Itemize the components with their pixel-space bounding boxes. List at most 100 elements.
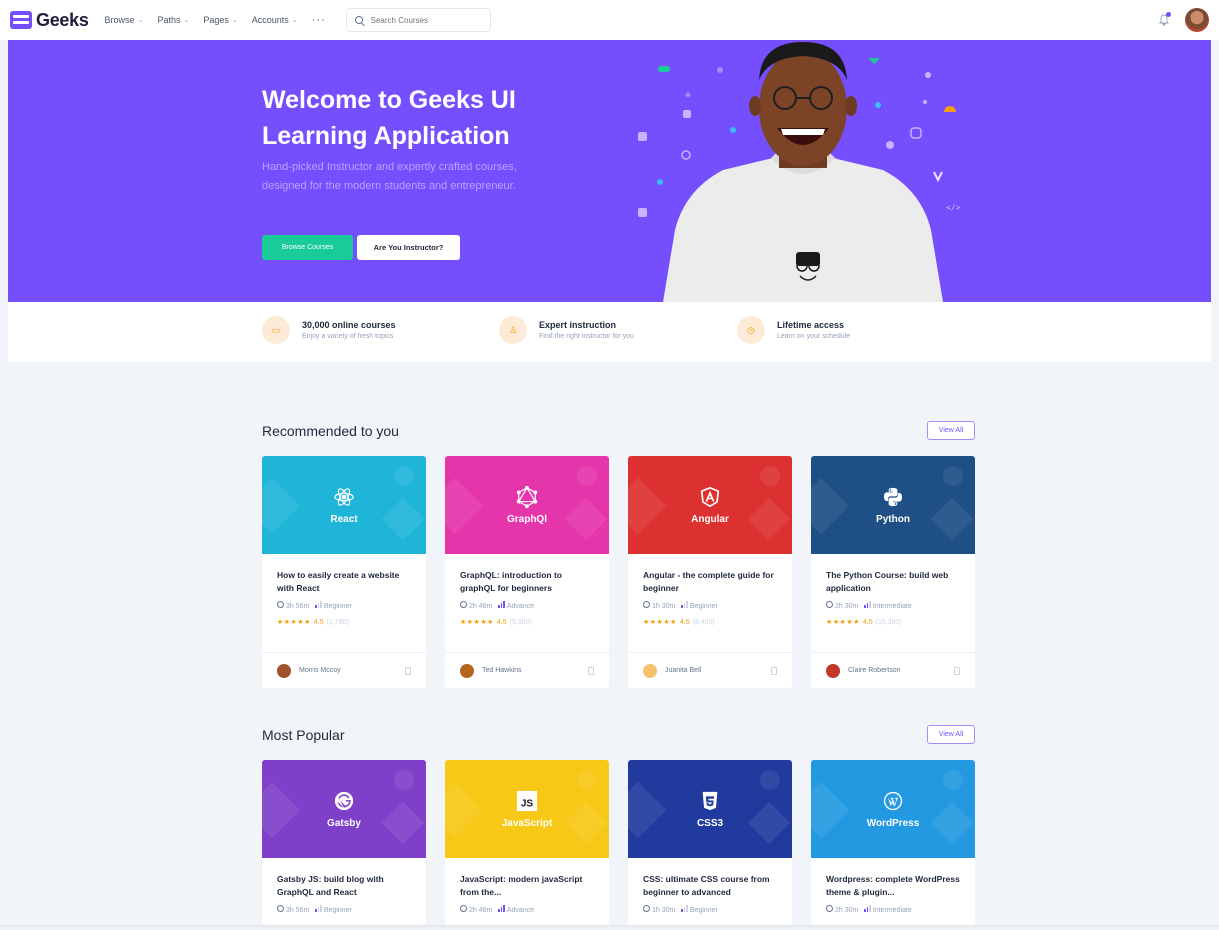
level-icon (864, 601, 871, 608)
level-icon (498, 905, 505, 912)
course-title[interactable]: GraphQL: introduction to graphQL for beg… (460, 569, 594, 597)
level: Intermediate (864, 601, 912, 610)
rating-count: (1,780) (326, 618, 349, 626)
menu-label: Pages (203, 15, 229, 25)
svg-text:JS: JS (521, 798, 534, 809)
course-card[interactable]: WordPress Wordpress: complete WordPress t… (811, 760, 975, 925)
level-icon (681, 905, 688, 912)
hero-title: Welcome to Geeks UI Learning Application (262, 86, 516, 151)
brand-name: Geeks (36, 9, 89, 30)
course-meta: 1h 30m Beginner (643, 905, 777, 914)
menu-pages[interactable]: Pages ⌄ (203, 15, 237, 25)
view-all-button[interactable]: View All (927, 421, 975, 440)
course-thumbnail[interactable]: WordPress (811, 760, 975, 858)
bookmark-icon[interactable] (588, 666, 594, 675)
duration-value: 1h 30m (652, 603, 676, 610)
course-thumbnail[interactable]: GraphQl (445, 456, 609, 554)
card-body: How to easily create a website with Reac… (262, 554, 426, 626)
bookmark-icon[interactable] (954, 666, 960, 675)
brand[interactable]: Geeks (10, 10, 89, 31)
course-title[interactable]: How to easily create a website with Reac… (277, 569, 411, 597)
chevron-down-icon: ⌄ (137, 17, 144, 24)
course-card[interactable]: React How to easily create a website with… (262, 456, 426, 688)
clock-icon (460, 601, 467, 608)
course-title[interactable]: Wordpress: complete WordPress theme & pl… (826, 873, 960, 901)
feature-desc: Learn on your schedule (777, 333, 851, 340)
course-title[interactable]: CSS: ultimate CSS course from beginner t… (643, 873, 777, 901)
level-value: Beginner (689, 907, 718, 914)
course-meta: 2h 30m Intermediate (826, 601, 960, 610)
course-title[interactable]: Angular - the complete guide for beginne… (643, 569, 777, 597)
duration: 1h 30m (643, 905, 675, 914)
course-card[interactable]: CSS3 CSS: ultimate CSS course from beginn… (628, 760, 792, 925)
react-icon (333, 486, 355, 508)
author-avatar (460, 663, 474, 678)
chevron-down-icon: ⌄ (183, 17, 190, 24)
view-all-button[interactable]: View All (927, 725, 975, 744)
clock-icon (460, 905, 467, 912)
rating-value: 4.5 (496, 618, 507, 626)
page-bottom-edge (0, 925, 1219, 930)
rating-value: 4.5 (679, 618, 690, 626)
course-thumbnail[interactable]: Angular (628, 456, 792, 554)
duration: 2h 30m (826, 601, 858, 610)
bookmark-icon[interactable] (771, 666, 777, 675)
course-thumbnail[interactable]: Gatsby (262, 760, 426, 858)
course-title[interactable]: The Python Course: build web application (826, 569, 960, 597)
course-rating: ★★★★★ 4.5 (8,400) (643, 618, 777, 627)
course-card[interactable]: GraphQl GraphQL: introduction to graphQL … (445, 456, 609, 688)
menu-label: Accounts (251, 15, 289, 25)
clock-icon (826, 905, 833, 912)
feature-title: 30,000 online courses (302, 320, 396, 330)
menu-paths[interactable]: Paths ⌄ (157, 15, 189, 25)
card-body: Wordpress: complete WordPress theme & pl… (811, 858, 975, 914)
course-rating: ★★★★★ 4.5 (1,780) (277, 618, 411, 627)
rating-value: 4.5 (862, 618, 873, 626)
graphql-icon (516, 485, 538, 508)
hero-subtitle: Hand-picked Instructor and expertly craf… (262, 161, 517, 193)
more-menu-icon[interactable]: ··· (312, 14, 326, 26)
star-rating-icon: ★★★★★ (643, 619, 677, 626)
course-card[interactable]: Python The Python Course: build web appli… (811, 456, 975, 688)
course-title[interactable]: JavaScript: modern javaScript from the..… (460, 873, 594, 901)
star-rating-icon: ★★★★★ (826, 619, 860, 626)
menu-browse[interactable]: Browse ⌄ (105, 15, 144, 25)
level: Beginner (681, 905, 718, 914)
search-box[interactable] (345, 8, 491, 32)
course-thumbnail[interactable]: CSS3 (628, 760, 792, 858)
chevron-down-icon: ⌄ (291, 17, 298, 24)
section-title-recommended: Recommended to you (262, 423, 399, 439)
card-body: Angular - the complete guide for beginne… (628, 554, 792, 626)
course-thumbnail[interactable]: JS JavaScript (445, 760, 609, 858)
level-value: Intermediate (872, 907, 912, 914)
search-input[interactable] (368, 14, 479, 26)
notification-bell-icon[interactable] (1158, 12, 1171, 27)
course-thumbnail[interactable]: Python (811, 456, 975, 554)
course-card[interactable]: Gatsby Gatsby JS: build blog with GraphQL… (262, 760, 426, 925)
menu-accounts[interactable]: Accounts ⌄ (252, 15, 298, 25)
top-navbar: Geeks Browse ⌄ Paths ⌄ Pages ⌄ Accounts ⌄ ··… (0, 0, 1219, 40)
user-avatar[interactable] (1185, 8, 1209, 32)
level: Beginner (681, 601, 718, 610)
course-title[interactable]: Gatsby JS: build blog with GraphQL and R… (277, 873, 411, 901)
duration-value: 2h 46m (469, 907, 493, 914)
course-card[interactable]: JS JavaScript JavaScript: modern javaScrip… (445, 760, 609, 925)
course-meta: 2h 46m Advance (460, 905, 594, 914)
thumbnail-label: React (330, 513, 358, 525)
duration-value: 3h 56m (286, 603, 310, 610)
are-you-instructor-button[interactable]: Are You Instructor? (357, 235, 460, 260)
author-name: Claire Robertson (848, 667, 901, 674)
browse-courses-button[interactable]: Browse Courses (262, 235, 353, 260)
course-card[interactable]: Angular Angular - the complete guide for … (628, 456, 792, 688)
geeks-logo-icon (10, 11, 32, 29)
feature-item: ♙ Expert instruction Find the right inst… (499, 316, 634, 344)
rating-count: (8,400) (692, 618, 715, 626)
bookmark-icon[interactable] (405, 666, 411, 675)
feature-desc: Enjoy a variety of fresh topics (302, 333, 394, 340)
card-body: JavaScript: modern javaScript from the..… (445, 858, 609, 914)
main-menu: Browse ⌄ Paths ⌄ Pages ⌄ Accounts ⌄ ··· (105, 14, 326, 26)
notification-dot (1166, 12, 1171, 17)
level: Advance (498, 905, 534, 914)
css3-icon (699, 790, 721, 812)
course-thumbnail[interactable]: React (262, 456, 426, 554)
